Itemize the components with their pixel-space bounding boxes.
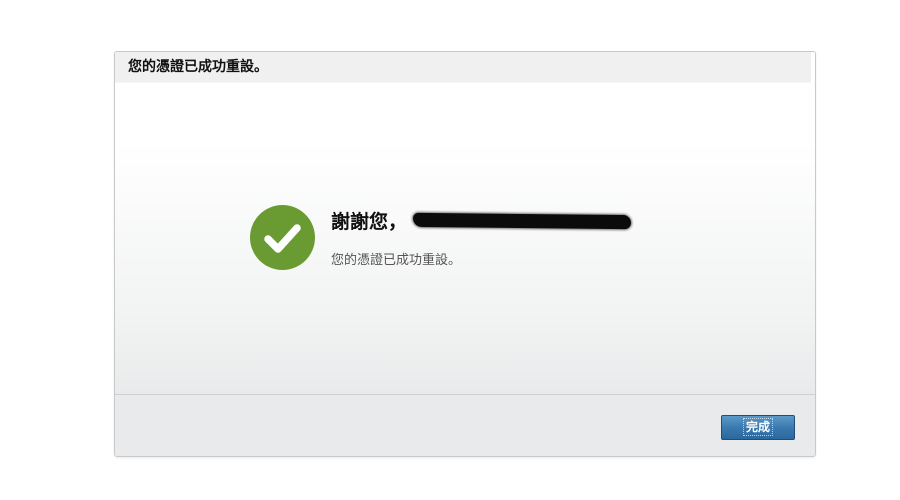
thanks-line: 謝謝您， xyxy=(331,207,632,237)
dialog-body: 謝謝您， 您的憑證已成功重設。 xyxy=(115,83,815,394)
dialog-title: 您的憑證已成功重設。 xyxy=(115,52,811,83)
done-button[interactable]: 完成 xyxy=(721,415,795,440)
redacted-username xyxy=(412,212,632,229)
dialog-footer: 完成 xyxy=(115,394,815,456)
success-message: 您的憑證已成功重設。 xyxy=(331,253,462,268)
checkmark-circle-icon xyxy=(250,205,315,270)
done-button-label: 完成 xyxy=(742,418,774,436)
thanks-heading: 謝謝您， xyxy=(331,211,408,233)
reset-success-dialog: 您的憑證已成功重設。 謝謝您， 您的憑證已成功重設。 完成 xyxy=(114,51,816,457)
